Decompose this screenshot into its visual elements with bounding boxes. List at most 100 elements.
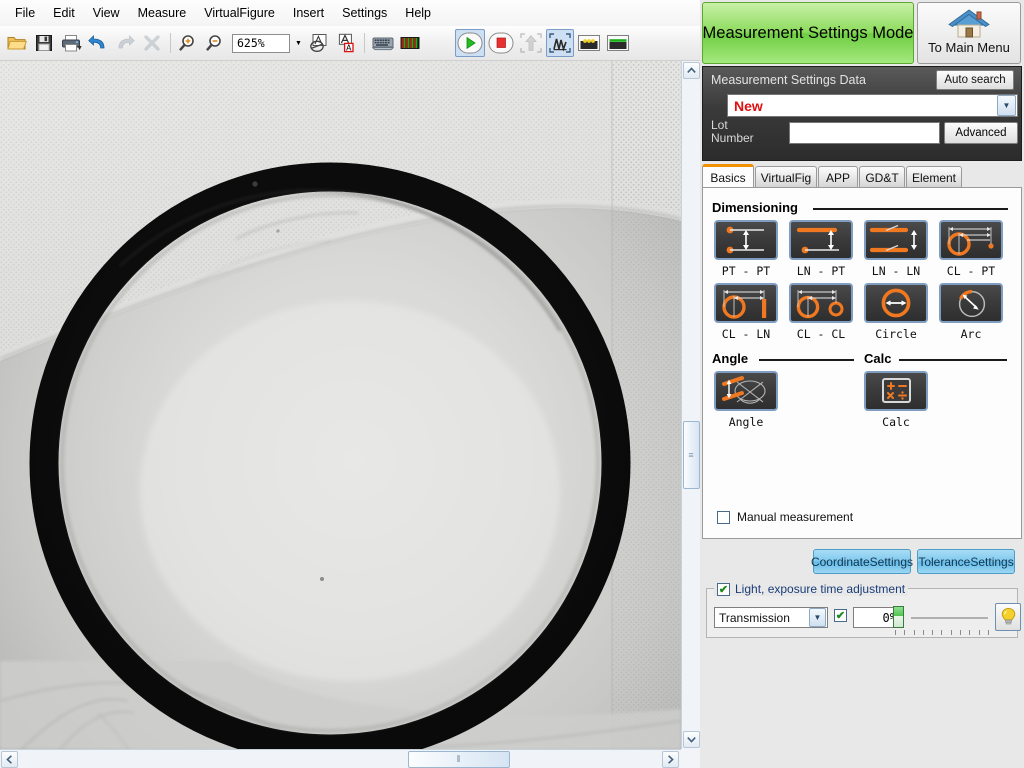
- arc-radius-icon[interactable]: [939, 283, 1003, 323]
- measurement-settings-data-title: Measurement Settings Data: [711, 73, 866, 87]
- tab-app[interactable]: APP: [818, 166, 858, 188]
- light-slider-track[interactable]: [911, 617, 988, 619]
- open-folder-icon[interactable]: [4, 30, 30, 56]
- menu-help[interactable]: Help: [396, 3, 440, 23]
- scroll-left-button[interactable]: [1, 751, 18, 768]
- toolbar-separator: [170, 33, 171, 53]
- light-mode-icon[interactable]: [575, 30, 603, 56]
- home-icon: [948, 9, 990, 38]
- point-to-point-icon[interactable]: [714, 220, 778, 260]
- dimensioning-label-ln-ln: LN - LN: [871, 264, 921, 278]
- dimensioning-label-arc: Arc: [960, 327, 982, 341]
- histogram-icon[interactable]: [397, 30, 423, 56]
- calc-group-label: Calc: [864, 351, 892, 366]
- vertical-scroll-thumb[interactable]: ≡: [683, 421, 700, 489]
- menu-bar: File Edit View Measure VirtualFigure Ins…: [0, 0, 700, 26]
- calculator-icon[interactable]: [864, 371, 928, 411]
- lot-number-input[interactable]: [789, 122, 940, 144]
- settings-buttons-row: CoordinateSettings ToleranceSettings: [700, 545, 1024, 581]
- edge-detect-icon[interactable]: [546, 29, 574, 57]
- tolerance-settings-button[interactable]: ToleranceSettings: [917, 549, 1015, 574]
- coordinate-settings-button[interactable]: CoordinateSettings: [811, 549, 913, 574]
- light-exposure-group: ✔ Light, exposure time adjustment Transm…: [706, 582, 1021, 638]
- line-to-point-icon[interactable]: [789, 220, 853, 260]
- angle-divider: [759, 359, 854, 361]
- light-mode-value: Transmission: [719, 610, 790, 625]
- manual-measurement-row[interactable]: Manual measurement: [717, 510, 853, 524]
- circle-to-line-icon[interactable]: [714, 283, 778, 323]
- angle-measure-icon[interactable]: [714, 371, 778, 411]
- light-slider-thumb[interactable]: [893, 606, 904, 628]
- scroll-up-button[interactable]: [683, 62, 700, 79]
- redo-icon[interactable]: [112, 30, 138, 56]
- menu-settings[interactable]: Settings: [333, 3, 396, 23]
- focus-up-icon[interactable]: [517, 29, 545, 57]
- play-icon[interactable]: [455, 29, 485, 57]
- dimensioning-label-cl-cl: CL - CL: [796, 327, 846, 341]
- horizontal-scrollbar[interactable]: ⦀: [0, 749, 681, 768]
- keyboard-icon[interactable]: [370, 30, 396, 56]
- menu-edit[interactable]: Edit: [44, 3, 84, 23]
- light-enable-checkbox[interactable]: ✔: [834, 609, 847, 622]
- light-mode-select[interactable]: Transmission ▼: [714, 607, 828, 628]
- calc-divider: [899, 359, 1007, 361]
- specimen-image: [0, 61, 681, 749]
- chevron-down-icon-light[interactable]: ▼: [809, 608, 826, 627]
- dimensioning-label-cl-ln: CL - LN: [721, 327, 771, 341]
- zoom-in-icon[interactable]: [176, 30, 202, 56]
- mode-title: Measurement Settings Mode: [702, 23, 914, 42]
- transmission-mode-icon[interactable]: [604, 30, 632, 56]
- svg-text:A: A: [346, 43, 352, 52]
- toolbar-separator-2: [364, 33, 365, 53]
- light-group-header[interactable]: ✔ Light, exposure time adjustment: [714, 582, 909, 596]
- menu-file[interactable]: File: [6, 3, 44, 23]
- menu-virtualfigure[interactable]: VirtualFigure: [195, 3, 284, 23]
- vertical-scrollbar[interactable]: ≡: [681, 61, 700, 749]
- application-window: File Edit View Measure VirtualFigure Ins…: [0, 0, 1024, 768]
- print-dropdown-arrow[interactable]: ▼: [76, 45, 83, 52]
- delete-icon[interactable]: [139, 30, 165, 56]
- lot-number-label: Lot Number: [711, 118, 754, 145]
- to-main-menu-label: To Main Menu: [928, 40, 1010, 55]
- settings-tabs: Basics VirtualFig APP GD&T Element: [702, 164, 1022, 188]
- zoom-dropdown-arrow[interactable]: ▼: [292, 34, 305, 53]
- scroll-down-button[interactable]: [683, 731, 700, 748]
- light-bulb-button[interactable]: [995, 603, 1021, 631]
- dimensioning-label-ln-pt: LN - PT: [796, 264, 846, 278]
- auto-text-icon[interactable]: [306, 30, 332, 56]
- zoom-level-input[interactable]: 625%: [232, 33, 290, 53]
- scrollbar-corner: [681, 749, 700, 768]
- stop-icon[interactable]: [486, 29, 516, 57]
- save-icon[interactable]: [31, 30, 57, 56]
- image-viewer: ≡ ⦀: [0, 61, 700, 768]
- menu-insert[interactable]: Insert: [284, 3, 333, 23]
- advanced-button[interactable]: Advanced: [944, 122, 1018, 144]
- print-icon[interactable]: ▼: [58, 30, 84, 56]
- to-main-menu-button[interactable]: To Main Menu: [917, 2, 1021, 64]
- chevron-down-icon[interactable]: ▼: [997, 95, 1016, 116]
- measurement-image-canvas[interactable]: [0, 61, 681, 749]
- line-to-line-icon[interactable]: [864, 220, 928, 260]
- menu-view[interactable]: View: [84, 3, 129, 23]
- measurement-settings-data-section: Measurement Settings Data Auto search Ne…: [702, 66, 1022, 161]
- light-group-checkbox[interactable]: ✔: [717, 582, 730, 596]
- circle-to-point-icon[interactable]: [939, 220, 1003, 260]
- menu-measure[interactable]: Measure: [129, 3, 196, 23]
- manual-measurement-checkbox[interactable]: [717, 510, 730, 524]
- tab-gdt[interactable]: GD&T: [859, 166, 905, 188]
- angle-label: Angle: [728, 415, 764, 429]
- settings-data-select[interactable]: New ▼: [727, 94, 1018, 117]
- circle-to-circle-icon[interactable]: [789, 283, 853, 323]
- auto-search-button[interactable]: Auto search: [936, 70, 1014, 90]
- scroll-right-button[interactable]: [662, 751, 679, 768]
- zoom-out-icon[interactable]: [203, 30, 229, 56]
- light-group-label: Light, exposure time adjustment: [735, 582, 906, 596]
- edit-text-icon[interactable]: A: [333, 30, 359, 56]
- tab-virtualfig[interactable]: VirtualFig: [755, 166, 817, 188]
- dimensioning-label-circle: Circle: [875, 327, 917, 341]
- horizontal-scroll-thumb[interactable]: ⦀: [408, 751, 510, 768]
- tab-basics[interactable]: Basics: [702, 164, 754, 188]
- circle-diameter-icon[interactable]: [864, 283, 928, 323]
- tab-element[interactable]: Element: [906, 166, 962, 188]
- undo-icon[interactable]: [85, 30, 111, 56]
